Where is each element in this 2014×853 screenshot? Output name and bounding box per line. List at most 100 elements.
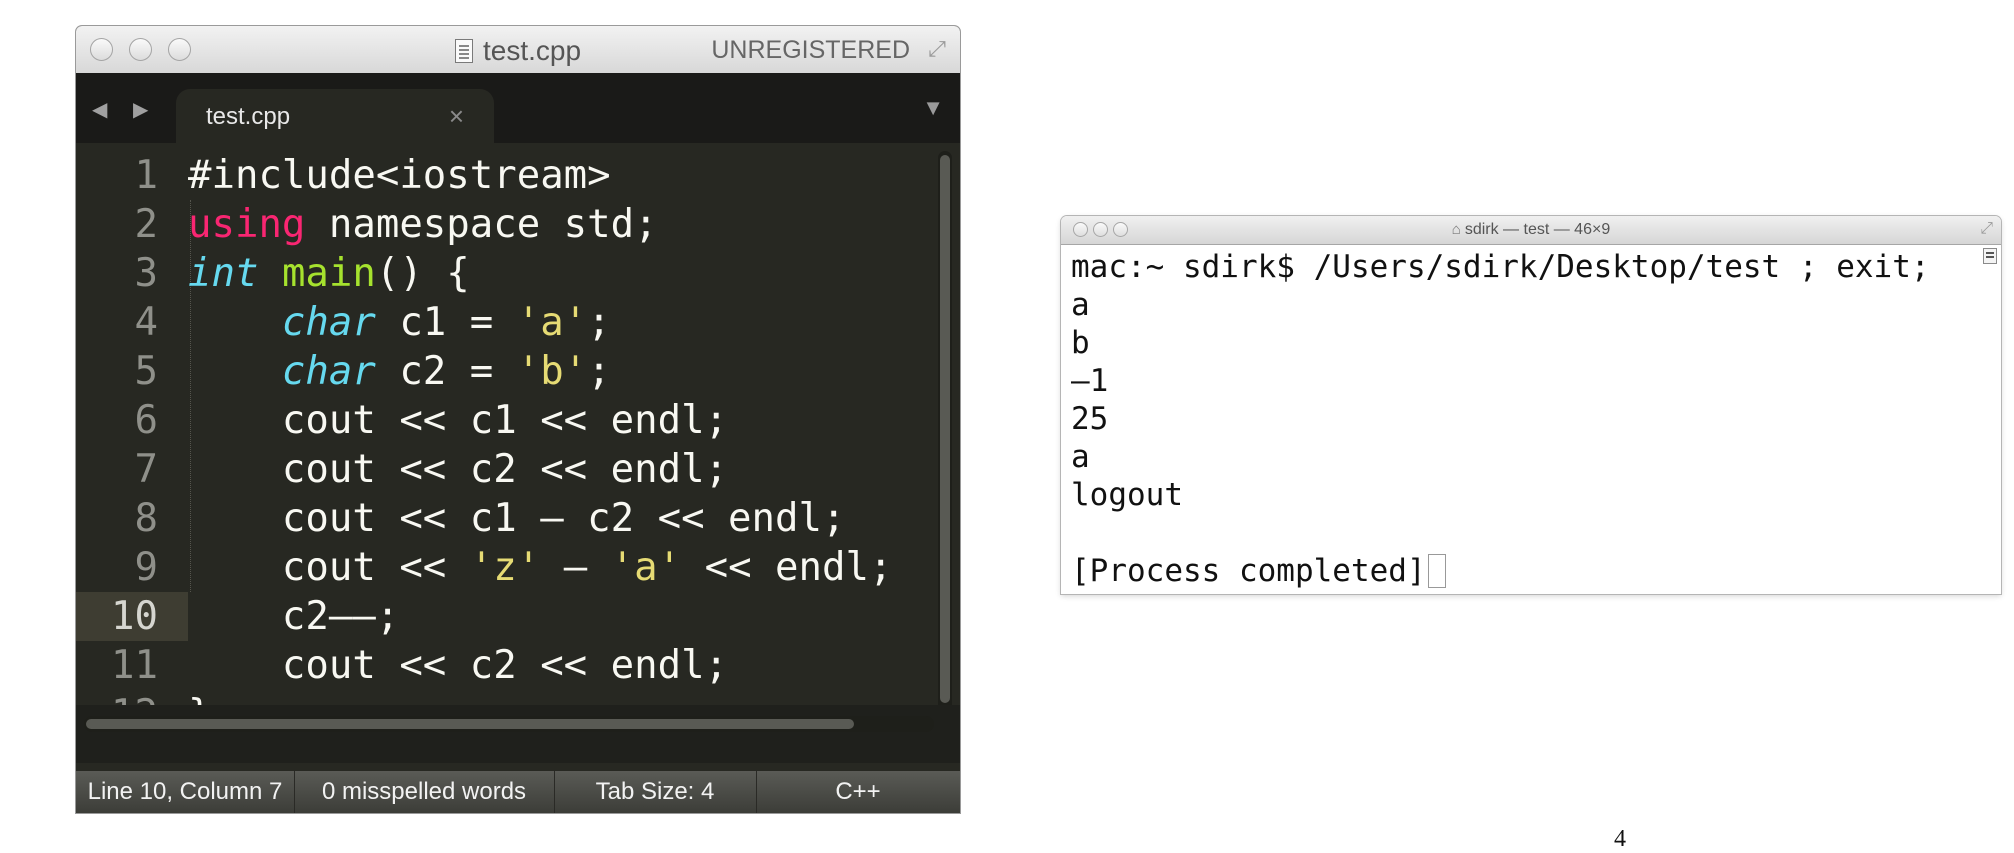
tab-bar: ◀ ▶ test.cpp × ▼: [76, 73, 960, 143]
code-token: cout <<: [188, 545, 470, 590]
code-editor[interactable]: 123456789101112 #include<iostream>using …: [76, 143, 960, 737]
code-line[interactable]: char c1 = 'a';: [188, 298, 892, 347]
status-bar: Line 10, Column 7 0 misspelled words Tab…: [76, 771, 960, 813]
terminal-line: –1: [1071, 362, 1930, 400]
terminal-title: ⌂ sdirk — test — 46×9: [1061, 221, 2001, 239]
code-line[interactable]: cout << c1 – c2 << endl;: [188, 494, 892, 543]
terminal-line: b: [1071, 324, 1930, 362]
code-line[interactable]: #include<iostream>: [188, 151, 892, 200]
terminal-window: ⌂ sdirk — test — 46×9 ⤢ mac:~ sdirk$ /Use…: [1061, 216, 2001, 594]
code-token: cout << c1 – c2 << endl;: [188, 496, 846, 541]
tab-test-cpp[interactable]: test.cpp ×: [176, 89, 494, 143]
code-token: c1 =: [375, 300, 517, 345]
terminal-line: mac:~ sdirk$ /Users/sdirk/Desktop/test ;…: [1071, 248, 1930, 286]
code-token: char: [281, 349, 376, 394]
status-spelling: 0 misspelled words: [294, 771, 555, 813]
line-number: 4: [134, 300, 158, 345]
code-line[interactable]: char c2 = 'b';: [188, 347, 892, 396]
page-number: 4: [1614, 826, 1626, 852]
code-line[interactable]: cout << c1 << endl;: [188, 396, 892, 445]
code-token: 'z': [469, 545, 541, 590]
code-token: ;: [587, 349, 611, 394]
terminal-line: [Process completed]: [1071, 552, 1930, 590]
terminal-scroll-icon[interactable]: [1983, 248, 1997, 264]
terminal-line: 25: [1071, 400, 1930, 438]
editor-titlebar: test.cpp UNREGISTERED ⤢: [76, 26, 960, 74]
line-number: 11: [111, 643, 158, 688]
code-token: cout << c2 << endl;: [188, 447, 729, 492]
code-area[interactable]: #include<iostream> using namespace std; in…: [188, 151, 892, 739]
code-token: namespace std;: [305, 202, 658, 247]
editor-title-text: test.cpp: [482, 35, 582, 66]
terminal-line-text: mac:~ sdirk$ /Users/sdirk/Desktop/test ;…: [1071, 249, 1930, 285]
code-line[interactable]: cout << c2 << endl;: [188, 445, 892, 494]
tab-menu-icon[interactable]: ▼: [922, 95, 944, 121]
fullscreen-icon[interactable]: ⤢: [924, 36, 950, 62]
line-number: 9: [134, 545, 158, 590]
terminal-output[interactable]: mac:~ sdirk$ /Users/sdirk/Desktop/test ;…: [1071, 248, 1930, 590]
home-icon: ⌂: [1451, 221, 1461, 238]
line-number: 10: [76, 592, 188, 641]
code-token: #include<iostream>: [188, 153, 611, 198]
line-number: 7: [134, 447, 158, 492]
terminal-line-text: [Process completed]: [1071, 553, 1426, 589]
terminal-line-text: b: [1071, 325, 1090, 361]
line-number: 2: [134, 202, 158, 247]
tab-nav-arrows-icon[interactable]: ◀ ▶: [92, 97, 158, 122]
line-number: 8: [134, 496, 158, 541]
code-token: << endl;: [681, 545, 893, 590]
terminal-cursor: [1427, 554, 1446, 588]
terminal-line-text: –1: [1071, 363, 1109, 399]
status-cursor-position: Line 10, Column 7: [76, 771, 295, 813]
code-token: c2––;: [188, 594, 400, 639]
code-token: 'a': [516, 300, 588, 345]
code-line[interactable]: cout << 'z' – 'a' << endl;: [188, 543, 893, 592]
code-token: –: [540, 545, 611, 590]
line-number: 3: [134, 251, 158, 296]
tab-close-icon[interactable]: ×: [449, 101, 464, 132]
status-syntax[interactable]: C++: [756, 771, 960, 813]
line-number: 1: [134, 153, 158, 198]
code-line[interactable]: int main() {: [188, 249, 892, 298]
status-tab-size[interactable]: Tab Size: 4: [554, 771, 757, 813]
code-token: ;: [587, 300, 611, 345]
editor-bottom-area: [76, 705, 960, 763]
editor-window: test.cpp UNREGISTERED ⤢ ◀ ▶ test.cpp × ▼…: [76, 26, 960, 813]
horizontal-scrollbar[interactable]: [84, 716, 934, 732]
code-token: () {: [375, 251, 470, 296]
terminal-line-text: 25: [1071, 401, 1109, 437]
code-line[interactable]: cout << c2 << endl;: [188, 641, 892, 690]
code-token: char: [281, 300, 376, 345]
line-number: 6: [134, 398, 158, 443]
terminal-line-text: a: [1071, 287, 1090, 323]
terminal-line-text: logout: [1071, 477, 1183, 513]
code-token: cout << c2 << endl;: [188, 643, 729, 688]
code-line[interactable]: c2––;: [188, 592, 892, 641]
vertical-scroll-thumb[interactable]: [940, 155, 950, 703]
terminal-line: a: [1071, 286, 1930, 324]
vertical-scrollbar[interactable]: [938, 151, 952, 711]
code-token: 'a': [610, 545, 682, 590]
terminal-fullscreen-icon[interactable]: ⤢: [1980, 220, 1993, 238]
code-token: 'b': [516, 349, 588, 394]
terminal-title-text: sdirk — test — 46×9: [1464, 221, 1611, 238]
code-line[interactable]: using namespace std;: [188, 200, 892, 249]
terminal-line-text: a: [1071, 439, 1090, 475]
code-token: c2 =: [375, 349, 517, 394]
line-number-gutter: 123456789101112: [76, 151, 188, 739]
code-token: main: [281, 251, 376, 296]
terminal-line: a: [1071, 438, 1930, 476]
code-token: using: [188, 202, 306, 247]
terminal-line: logout: [1071, 476, 1930, 514]
tab-label: test.cpp: [206, 103, 291, 130]
code-token: int: [188, 251, 259, 296]
document-icon: [454, 39, 473, 63]
terminal-titlebar: ⌂ sdirk — test — 46×9 ⤢: [1061, 216, 2001, 245]
horizontal-scroll-thumb[interactable]: [86, 719, 854, 729]
line-number: 5: [134, 349, 158, 394]
code-token: cout << c1 << endl;: [188, 398, 729, 443]
